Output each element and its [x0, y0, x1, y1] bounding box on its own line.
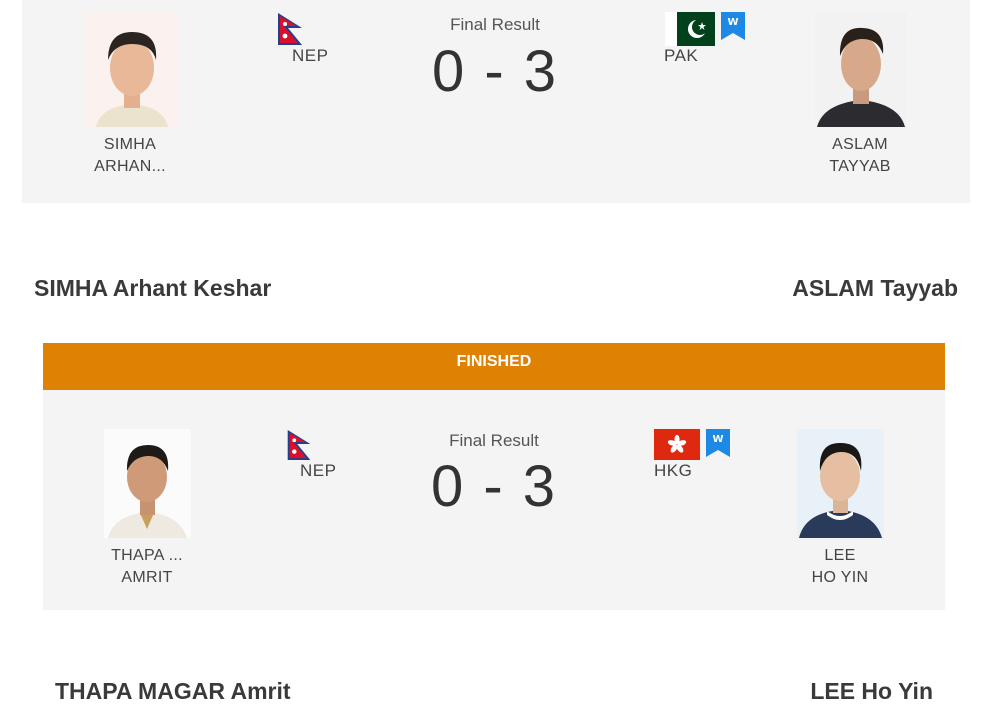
country-code-home: NEP — [300, 461, 337, 480]
match-status-bar: FINISHED — [43, 343, 945, 390]
match-score: 0 - 3 — [431, 39, 559, 104]
player-photo-away — [797, 429, 884, 538]
player-photo-away — [815, 12, 907, 127]
winner-badge-icon: W — [706, 429, 730, 457]
player-photo-home — [86, 12, 178, 127]
match-score: 0 - 3 — [430, 454, 558, 519]
player-full-name-home[interactable]: SIMHA Arhant Keshar — [34, 275, 271, 302]
player-short-name-home: SIMHA ARHAN... — [94, 136, 166, 175]
winner-badge-label: W — [712, 434, 723, 445]
player-full-name-home[interactable]: THAPA MAGAR Amrit — [55, 678, 291, 705]
result-label: Final Result — [449, 431, 539, 450]
nepal-flag-icon — [286, 429, 312, 461]
country-code-home: NEP — [292, 46, 329, 65]
player-short-name-away: ASLAM TAYYAB — [829, 136, 891, 175]
player-full-name-away[interactable]: LEE Ho Yin — [810, 678, 933, 705]
result-label: Final Result — [450, 15, 540, 34]
winner-badge-label: W — [727, 17, 738, 28]
hong-kong-flag-icon — [654, 429, 700, 460]
country-code-away: HKG — [654, 461, 693, 480]
nepal-flag-icon — [277, 12, 303, 46]
player-full-name-away[interactable]: ASLAM Tayyab — [792, 275, 958, 302]
player-short-name-away: LEE HO YIN — [811, 547, 869, 586]
pakistan-flag-icon — [665, 12, 715, 46]
country-code-away: PAK — [664, 46, 699, 65]
player-short-name-home: THAPA ... AMRIT — [111, 547, 183, 586]
winner-badge-icon: W — [721, 12, 745, 40]
player-photo-home — [104, 429, 191, 538]
